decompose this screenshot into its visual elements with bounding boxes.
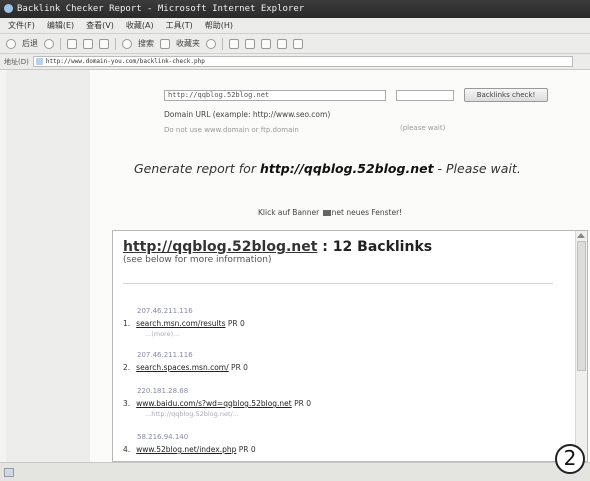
menu-tools[interactable]: 工具(T) xyxy=(166,18,193,33)
results-frame[interactable]: http://qqblog.52blog.net : 12 Backlinks … xyxy=(112,230,588,462)
mail-icon[interactable] xyxy=(229,38,239,49)
secondary-input[interactable] xyxy=(396,90,454,101)
toolbar: 后退 搜索 收藏夹 xyxy=(0,34,590,54)
banner-note-after: net neues Fenster! xyxy=(331,208,403,217)
entry-ip: 207.46.211.116 xyxy=(137,351,193,359)
entry-link[interactable]: search.msn.com/results xyxy=(136,319,225,328)
figure-number-badge: 2 xyxy=(555,444,585,474)
results-scrollbar[interactable] xyxy=(575,231,587,461)
stop-icon[interactable] xyxy=(67,38,77,49)
entry-pr: PR 0 xyxy=(231,363,248,372)
check-button[interactable]: Backlinks check! xyxy=(464,88,548,102)
messenger-icon[interactable] xyxy=(293,38,303,49)
forward-icon[interactable] xyxy=(44,38,54,49)
entry-ip: 220.181.28.68 xyxy=(137,387,189,395)
toolbar-separator xyxy=(222,37,223,50)
refresh-icon[interactable] xyxy=(83,38,93,49)
entry-number: 3. xyxy=(123,399,131,408)
results-divider xyxy=(123,283,553,284)
entry-snippet: ...(more)... xyxy=(145,330,180,338)
search-label[interactable]: 搜索 xyxy=(138,38,154,49)
menu-favorites[interactable]: 收藏(A) xyxy=(126,18,154,33)
left-margin xyxy=(6,70,91,462)
domain-url-label: Domain URL (example: http://www.seo.com) xyxy=(164,110,331,119)
address-bar: 地址(D) http://www.domain-you.com/backlink… xyxy=(0,54,590,70)
generate-report-message: Generate report for http://qqblog.52blog… xyxy=(134,161,521,176)
toolbar-separator xyxy=(60,37,61,50)
entry-number: 1. xyxy=(123,319,131,328)
menu-view[interactable]: 查看(V) xyxy=(86,18,114,33)
menu-bar: 文件(F) 编辑(E) 查看(V) 收藏(A) 工具(T) 帮助(H) xyxy=(0,18,590,34)
entry-pr: PR 0 xyxy=(227,319,245,328)
entry-snippet: ...http://qqblog.52blog.net/... xyxy=(145,410,239,418)
menu-edit[interactable]: 编辑(E) xyxy=(47,18,74,33)
menu-file[interactable]: 文件(F) xyxy=(8,18,35,33)
toolbar-separator xyxy=(115,37,116,50)
window-title-bar: Backlink Checker Report - Microsoft Inte… xyxy=(0,0,590,18)
results-heading: http://qqblog.52blog.net : 12 Backlinks xyxy=(123,239,432,255)
entry-number: 2. xyxy=(123,363,131,372)
results-url[interactable]: http://qqblog.52blog.net xyxy=(123,239,317,255)
scroll-thumb[interactable] xyxy=(577,241,586,371)
generate-url: http://qqblog.52blog.net xyxy=(259,161,434,176)
banner-note: Klick auf Banner net neues Fenster! xyxy=(258,208,402,217)
discuss-icon[interactable] xyxy=(277,38,287,49)
window-title: Backlink Checker Report - Microsoft Inte… xyxy=(17,4,305,14)
entry-ip: 207.46.211.116 xyxy=(137,307,193,315)
menu-help[interactable]: 帮助(H) xyxy=(205,18,233,33)
entry-number: 4. xyxy=(123,445,131,454)
results-subtitle: (see below for more information) xyxy=(123,255,272,265)
edit-icon[interactable] xyxy=(261,38,271,49)
favorites-label[interactable]: 收藏夹 xyxy=(176,38,200,49)
address-input[interactable]: http://www.domain-you.com/backlink-check… xyxy=(32,56,573,67)
status-bar xyxy=(0,462,590,481)
scroll-up-icon[interactable] xyxy=(577,233,585,238)
generate-prefix: Generate report for xyxy=(134,161,260,176)
entry-ip: 58.216.94.140 xyxy=(137,433,189,441)
list-item: 220.181.28.68 3. www.baidu.com/s?wd=qqblo… xyxy=(123,387,311,418)
address-label: 地址(D) xyxy=(4,57,29,66)
entry-pr: PR 0 xyxy=(238,445,256,454)
page-content: http://qqblog.52blog.net Backlinks check… xyxy=(90,70,590,462)
page-status-icon xyxy=(4,468,14,477)
ie-icon xyxy=(4,4,13,13)
favorites-icon[interactable] xyxy=(160,38,170,49)
entry-link[interactable]: search.spaces.msn.com/ xyxy=(136,363,229,372)
banner-icon xyxy=(322,210,331,216)
backlink-count: 12 Backlinks xyxy=(332,239,433,255)
back-label[interactable]: 后退 xyxy=(22,38,38,49)
field-note: Do not use www.domain or ftp.domain xyxy=(164,126,299,134)
back-icon[interactable] xyxy=(6,38,16,49)
entry-link[interactable]: www.baidu.com/s?wd=qqblog.52blog.net xyxy=(136,399,292,408)
results-separator: : xyxy=(317,239,333,255)
print-icon[interactable] xyxy=(245,38,255,49)
field-note-right: (please wait) xyxy=(400,124,446,132)
search-icon[interactable] xyxy=(122,38,132,49)
generate-suffix: - Please wait. xyxy=(433,161,521,176)
list-item: 207.46.211.116 2. search.spaces.msn.com/ … xyxy=(123,351,248,374)
url-input[interactable]: http://qqblog.52blog.net xyxy=(164,90,386,101)
entry-pr: PR 0 xyxy=(294,399,312,408)
history-icon[interactable] xyxy=(206,38,216,49)
list-item: 207.46.211.116 1. search.msn.com/results … xyxy=(123,307,245,338)
list-item: 58.216.94.140 4. www.52blog.net/index.php… xyxy=(123,433,256,454)
banner-note-before: Klick auf Banner xyxy=(258,208,322,217)
home-icon[interactable] xyxy=(99,38,109,49)
entry-link[interactable]: www.52blog.net/index.php xyxy=(136,445,236,454)
